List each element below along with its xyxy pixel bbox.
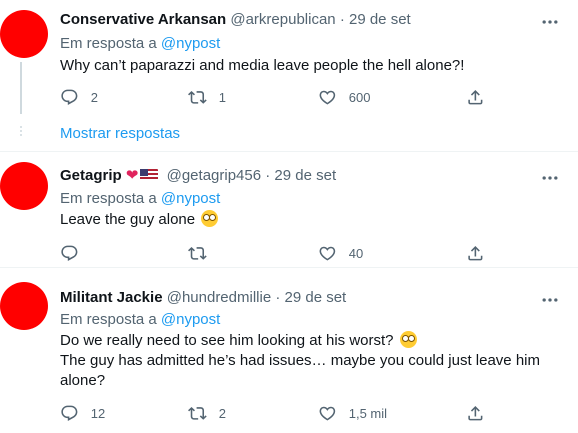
tweet-text: Leave the guy alone	[60, 210, 560, 230]
avatar[interactable]	[0, 10, 48, 58]
tweet-date[interactable]: 29 de set	[285, 289, 347, 306]
tweet-text-line: Do we really need to see him looking at …	[60, 331, 560, 351]
author-name[interactable]: Conservative Arkansan	[60, 11, 226, 28]
reply-mention-link[interactable]: @nypost	[161, 190, 220, 207]
share-icon	[468, 405, 483, 421]
reply-context: Em resposta a @nypost	[60, 189, 220, 209]
retweet-button[interactable]	[188, 243, 219, 263]
more-button[interactable]	[540, 12, 560, 32]
more-button[interactable]	[540, 168, 560, 188]
share-button[interactable]	[466, 403, 485, 423]
author-name[interactable]: Militant Jackie	[60, 289, 163, 306]
tweet-date[interactable]: 29 de set	[349, 11, 411, 28]
author-handle[interactable]: @arkrepublican	[230, 11, 335, 28]
retweet-count: 2	[218, 405, 226, 421]
tweet-actions: 2 1 600	[60, 87, 490, 107]
tweet-text-line: Why can’t paparazzi and media leave peop…	[60, 57, 465, 74]
tweet[interactable]: Getagrip ❤ @getagrip456 · 29 de set Em r…	[0, 152, 578, 267]
more-icon	[542, 298, 558, 302]
us-flag-emoji	[140, 169, 159, 181]
tweet[interactable]: Militant Jackie @hundredmillie · 29 de s…	[0, 268, 578, 433]
separator-dot: ·	[275, 289, 281, 306]
tweet-actions: 12 2 1,5 mil	[60, 403, 490, 423]
reply-icon	[61, 405, 78, 421]
show-replies-link[interactable]: Mostrar respostas	[60, 124, 180, 144]
retweet-button[interactable]: 2	[188, 403, 226, 423]
more-icon	[542, 176, 558, 180]
reply-icon	[61, 89, 78, 105]
reply-prefix: Em resposta a	[60, 35, 157, 52]
reply-count: 2	[90, 89, 98, 105]
retweet-button[interactable]: 1	[188, 87, 226, 107]
avatar[interactable]	[0, 282, 48, 330]
share-icon	[468, 89, 483, 105]
reply-mention-link[interactable]: @nypost	[161, 35, 220, 52]
retweet-icon	[188, 246, 207, 260]
tweet[interactable]: Conservative Arkansan @arkrepublican · 2…	[0, 0, 578, 150]
avatar[interactable]	[0, 162, 48, 210]
like-button[interactable]: 40	[318, 243, 363, 263]
like-button[interactable]: 1,5 mil	[318, 403, 387, 423]
reply-count: 12	[90, 405, 106, 421]
like-icon	[319, 246, 336, 261]
reply-prefix: Em resposta a	[60, 311, 157, 328]
share-button[interactable]	[466, 87, 485, 107]
reply-button[interactable]: 12	[60, 403, 105, 423]
share-button[interactable]	[466, 243, 485, 263]
share-icon	[468, 245, 483, 261]
tweet-date[interactable]: 29 de set	[274, 167, 336, 184]
retweet-icon	[188, 406, 207, 420]
reply-context: Em resposta a @nypost	[60, 34, 220, 54]
more-icon	[542, 20, 558, 24]
reply-icon	[61, 245, 78, 261]
tweet-text-line: Leave the guy alone	[60, 210, 560, 230]
like-button[interactable]: 600	[318, 87, 370, 107]
like-count: 40	[348, 245, 364, 261]
thread-line	[20, 62, 22, 114]
tweet-header: Militant Jackie @hundredmillie · 29 de s…	[60, 288, 346, 308]
tweet-actions: 40	[60, 243, 490, 263]
reply-button[interactable]: 2	[60, 87, 98, 107]
heart-emoji: ❤	[125, 167, 139, 184]
author-handle[interactable]: @getagrip456	[167, 167, 261, 184]
like-count: 600	[348, 89, 371, 105]
reply-context: Em resposta a @nypost	[60, 310, 220, 330]
reply-prefix: Em resposta a	[60, 190, 157, 207]
separator-dot: ·	[265, 167, 271, 184]
tweet-text-line: The guy has admitted he’s had issues… ma…	[60, 352, 540, 369]
author-handle[interactable]: @hundredmillie	[167, 289, 271, 306]
rolling-eyes-emoji	[399, 331, 417, 348]
tweet-text-line: alone?	[60, 372, 106, 389]
separator-dot: ·	[339, 11, 345, 28]
reply-mention-link[interactable]: @nypost	[161, 311, 220, 328]
tweet-header: Getagrip ❤ @getagrip456 · 29 de set	[60, 166, 336, 186]
more-button[interactable]	[540, 290, 560, 310]
tweet-text: Do we really need to see him looking at …	[60, 331, 560, 391]
author-name[interactable]: Getagrip	[60, 167, 122, 184]
like-icon	[319, 406, 336, 421]
tweet-header: Conservative Arkansan @arkrepublican · 2…	[60, 10, 411, 30]
retweet-icon	[188, 90, 207, 104]
like-count: 1,5 mil	[348, 405, 388, 421]
thread-continuation-dots	[18, 124, 24, 144]
retweet-count: 1	[218, 89, 226, 105]
reply-button[interactable]	[60, 243, 91, 263]
tweet-text: Why can’t paparazzi and media leave peop…	[60, 56, 560, 76]
like-icon	[319, 90, 336, 105]
rolling-eyes-emoji	[201, 210, 219, 227]
